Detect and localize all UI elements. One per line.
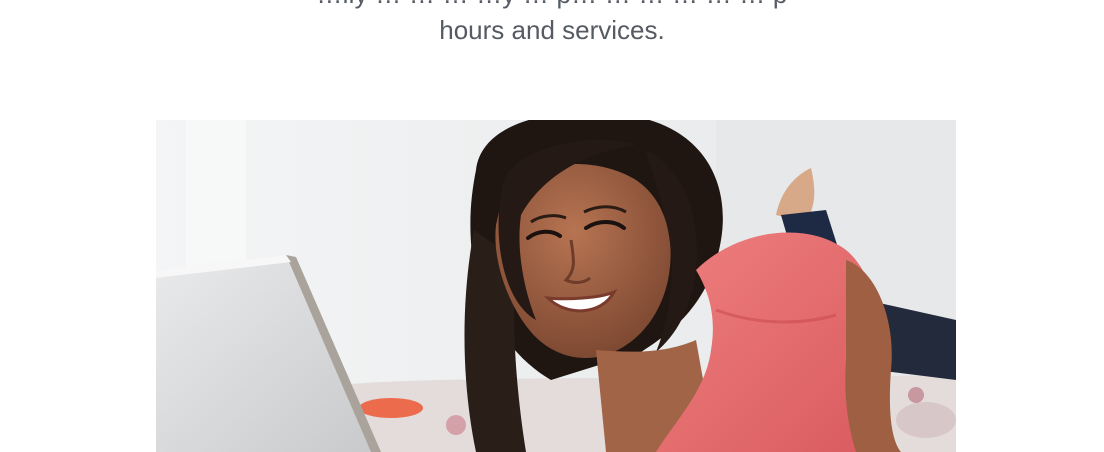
intro-text-line: hours and services. bbox=[439, 15, 665, 45]
hero-image bbox=[156, 120, 956, 452]
woman-laptop-photo-illustration bbox=[156, 120, 956, 452]
page: …ily … … … …y … p… … … … … … p hours and… bbox=[0, 0, 1104, 452]
